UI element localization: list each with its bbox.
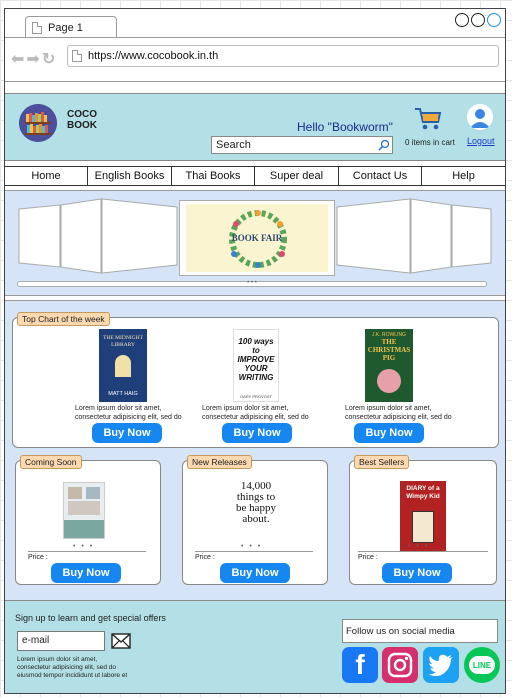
buy-now-button[interactable]: Buy Now (92, 423, 162, 443)
close-button[interactable] (487, 13, 501, 27)
book-cover-improve-writing[interactable]: 100 ways to IMPROVE YOUR WRITING GARY PR… (233, 329, 279, 402)
site-footer: Sign up to learn and get special offers … (5, 600, 505, 693)
page-icon (32, 21, 42, 34)
cart-icon[interactable] (414, 106, 442, 132)
line-icon-text: LINE (472, 661, 492, 670)
user-avatar-icon[interactable] (467, 104, 493, 130)
section-label: Top Chart of the week (17, 312, 110, 326)
follow-us-text: Follow us on social media (342, 619, 498, 643)
banner-title: BOOK FAIR (231, 233, 283, 243)
email-placeholder: e-mail (22, 635, 50, 646)
carousel-dots: • • • (73, 543, 95, 550)
tab-strip-divider (5, 37, 505, 38)
carousel-scrollbar[interactable]: • • • (17, 280, 487, 287)
carousel-dots: • • • (408, 543, 430, 550)
coming-soon-section: Coming Soon • • • Price : Buy Now (15, 455, 161, 585)
book-description: Lorem ipsum dolor sit amet, consectetur a… (202, 405, 309, 421)
email-input[interactable]: e-mail (17, 631, 105, 651)
tab-title: Page 1 (48, 21, 83, 34)
browser-tab[interactable]: Page 1 (25, 16, 117, 38)
book-cover-midnight-library[interactable]: THE MIDNIGHT LIBRARY MATT HAIG (99, 329, 147, 402)
brand-name: COCO BOOK (67, 109, 97, 131)
price-label: Price : (358, 554, 378, 561)
url-text: https://www.cocobook.in.th (88, 50, 219, 62)
buy-now-button[interactable]: Buy Now (354, 423, 424, 443)
address-bar[interactable]: https://www.cocobook.in.th (67, 45, 499, 67)
refresh-icon[interactable]: ↻ (42, 49, 55, 69)
search-placeholder: Search (216, 139, 251, 151)
top-chart-section: Top Chart of the week THE MIDNIGHT LIBRA… (12, 312, 499, 448)
book-description: Lorem ipsum dolor sit amet, consectetur a… (75, 405, 182, 421)
cart-count: 0 items in cart (405, 138, 455, 147)
price-label: Price : (28, 554, 48, 561)
nav-english-books[interactable]: English Books (88, 167, 172, 185)
divider (195, 551, 313, 552)
nav-help[interactable]: Help (422, 167, 505, 185)
banner-carousel: BOOK FAIR • • • (5, 190, 505, 296)
new-releases-section: New Releases 14,000 things to be happy a… (182, 455, 328, 585)
book-cover-coming-soon[interactable] (63, 482, 105, 539)
footer-description: Lorem ipsum dolor sit amet, consectetur … (17, 656, 128, 679)
instagram-icon[interactable] (382, 647, 418, 683)
search-input[interactable]: Search (211, 136, 393, 154)
buy-now-button[interactable]: Buy Now (51, 563, 121, 583)
minimize-button[interactable] (455, 13, 469, 27)
logo-icon[interactable] (19, 104, 57, 142)
greeting-text: Hello "Bookworm" (297, 120, 393, 134)
book-fair-banner[interactable]: BOOK FAIR (179, 200, 335, 276)
book-cover-14000-things[interactable]: 14,000 things to be happy about. (231, 481, 281, 541)
carousel-dots: • • • (241, 543, 263, 550)
site-header: COCO BOOK Hello "Bookworm" Search 0 item… (5, 93, 505, 161)
buy-now-button[interactable]: Buy Now (222, 423, 292, 443)
book-cover-christmas-pig[interactable]: J.K. ROWLING THE CHRISTMAS PIG (365, 329, 413, 402)
twitter-icon[interactable] (423, 647, 459, 683)
facebook-icon[interactable]: f (342, 647, 378, 683)
maximize-button[interactable] (471, 13, 485, 27)
mail-icon[interactable] (111, 633, 131, 649)
section-label: Coming Soon (20, 455, 82, 469)
signup-text: Sign up to learn and get special offers (15, 613, 166, 623)
nav-super-deal[interactable]: Super deal (255, 167, 339, 185)
buy-now-button[interactable]: Buy Now (382, 563, 452, 583)
back-icon[interactable]: ⬅ (11, 49, 24, 69)
divider (358, 551, 488, 552)
browser-nav-controls: ⬅ ➡ ↻ (11, 49, 55, 69)
nav-home[interactable]: Home (5, 167, 88, 185)
products-area: Top Chart of the week THE MIDNIGHT LIBRA… (5, 300, 505, 600)
section-label: New Releases (187, 455, 252, 469)
book-cover-wimpy-kid[interactable]: DIARY of a Wimpy Kid (400, 481, 446, 551)
best-sellers-section: Best Sellers DIARY of a Wimpy Kid • • • … (349, 455, 497, 585)
forward-icon[interactable]: ➡ (26, 49, 39, 69)
price-label: Price : (195, 554, 215, 561)
main-nav: Home English Books Thai Books Super deal… (5, 166, 505, 186)
logout-link[interactable]: Logout (467, 136, 495, 146)
page-icon (72, 50, 82, 62)
section-label: Best Sellers (354, 455, 410, 469)
search-icon[interactable] (378, 139, 390, 151)
line-icon[interactable]: LINE (464, 647, 500, 683)
buy-now-button[interactable]: Buy Now (220, 563, 290, 583)
book-description: Lorem ipsum dolor sit amet, consectetur a… (345, 405, 452, 421)
chrome-separator (5, 81, 505, 82)
nav-contact-us[interactable]: Contact Us (339, 167, 422, 185)
browser-window: Page 1 ⬅ ➡ ↻ https://www.cocobook.in.th (4, 8, 506, 694)
nav-thai-books[interactable]: Thai Books (172, 167, 255, 185)
window-controls (455, 13, 501, 27)
divider (28, 551, 146, 552)
carousel-dots: • • • (247, 280, 257, 286)
